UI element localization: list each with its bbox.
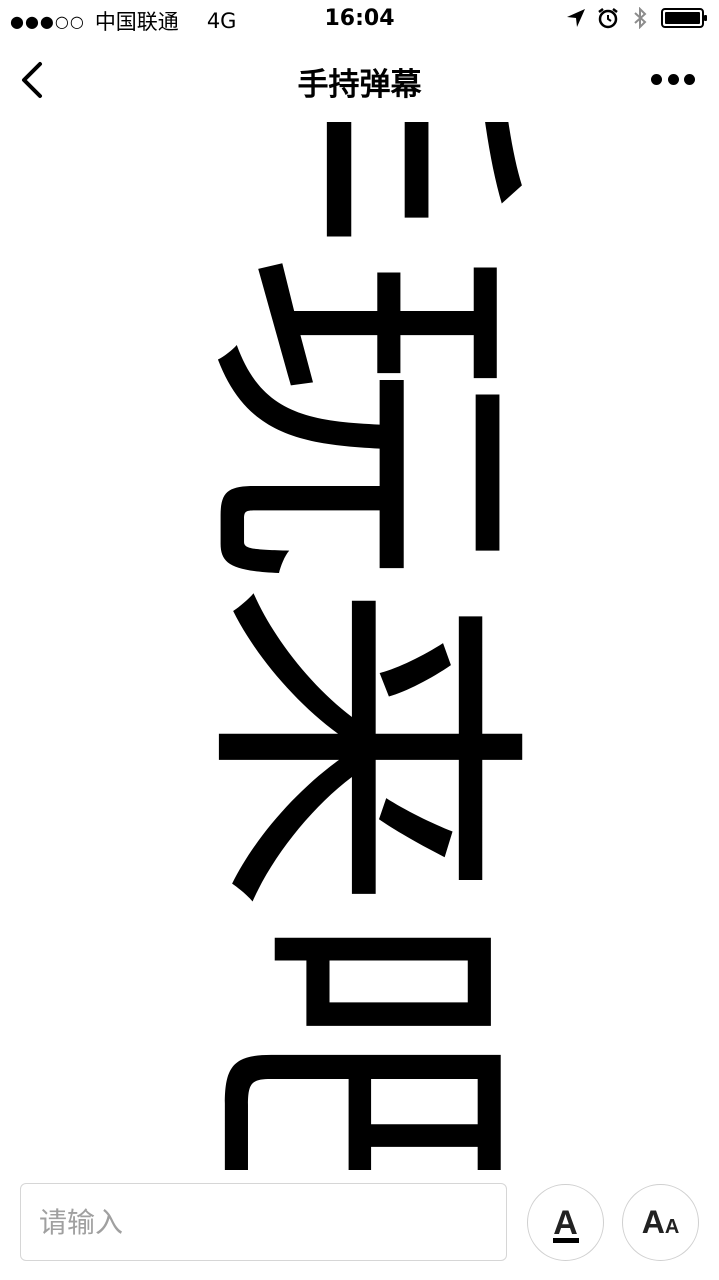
danmaku-input[interactable] (20, 1183, 507, 1261)
size-glyph-big: A (641, 1204, 665, 1240)
text-color-icon: A (553, 1203, 578, 1242)
bluetooth-icon (634, 7, 647, 29)
more-dot (651, 74, 662, 85)
color-swatch (552, 1238, 579, 1243)
composer-bar: A A A (0, 1170, 719, 1280)
battery-icon (661, 8, 707, 28)
danmaku-text: 手玩来吧 (167, 122, 551, 1170)
text-size-icon: A A (642, 1204, 680, 1241)
more-dot (667, 74, 679, 85)
navigation-bar: 手持弹幕 (0, 40, 719, 122)
text-color-button[interactable]: A (527, 1184, 604, 1261)
more-dots-icon[interactable] (651, 74, 695, 86)
text-size-button[interactable]: A A (622, 1184, 699, 1261)
danmaku-stage: 手玩来吧 (0, 122, 719, 1170)
alarm-icon (598, 8, 618, 29)
size-glyph-small: A (664, 1216, 680, 1238)
status-bar: ●●●○○ 中国联通 4G 16:04 (0, 0, 719, 40)
more-dot (684, 74, 695, 85)
status-right (565, 7, 709, 29)
location-arrow-icon (567, 9, 585, 27)
page-title: 手持弹幕 (297, 67, 422, 103)
